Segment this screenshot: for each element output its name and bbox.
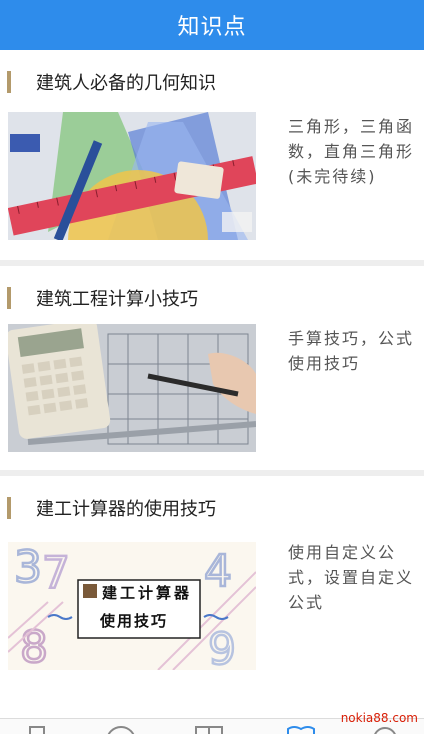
card-title: 建筑人必备的几何知识 bbox=[36, 73, 216, 94]
tab-knowledge-book-icon[interactable] bbox=[286, 723, 316, 734]
image-caption-line2: 使用技巧 bbox=[99, 612, 168, 630]
knowledge-card-calculator-usage[interactable]: 建工计算器的使用技巧 3 7 4 8 9 建工计算器 使用技巧 使用自定义公式，… bbox=[0, 476, 424, 676]
card-title-row: 建工计算器的使用技巧 bbox=[0, 494, 216, 522]
page-title: 知识点 bbox=[177, 15, 247, 40]
title-accent-bar bbox=[7, 71, 11, 93]
card-title-row: 建筑人必备的几何知识 bbox=[0, 68, 216, 96]
calculator-usage-image: 3 7 4 8 9 建工计算器 使用技巧 bbox=[8, 542, 256, 670]
title-accent-bar bbox=[7, 497, 11, 519]
card-title: 建工计算器的使用技巧 bbox=[36, 499, 216, 520]
svg-text:7: 7 bbox=[42, 548, 70, 599]
calculator-blueprint-image bbox=[8, 324, 256, 452]
geometry-tools-image bbox=[8, 112, 256, 240]
title-accent-bar bbox=[7, 287, 11, 309]
knowledge-card-calculation[interactable]: 建筑工程计算小技巧 手算技巧，公式使用技巧 bbox=[0, 266, 424, 470]
tab-calculator-icon[interactable] bbox=[106, 723, 136, 734]
card-description: 使用自定义公式，设置自定义公式 bbox=[288, 543, 415, 612]
tab-home-icon[interactable] bbox=[22, 723, 52, 734]
svg-text:3: 3 bbox=[14, 542, 42, 593]
knowledge-card-geometry[interactable]: 建筑人必备的几何知识 三角形，三角函数，直角三角形(未完待续) bbox=[0, 50, 424, 260]
app-header: 知识点 bbox=[0, 0, 424, 50]
card-title: 建筑工程计算小技巧 bbox=[36, 289, 198, 310]
svg-text:4: 4 bbox=[204, 546, 232, 597]
card-description: 三角形，三角函数，直角三角形(未完待续) bbox=[288, 117, 415, 186]
image-caption-line1: 建工计算器 bbox=[102, 584, 192, 602]
tab-list-icon[interactable] bbox=[194, 723, 224, 734]
watermark-text: nokia88.com bbox=[340, 711, 418, 725]
card-description: 手算技巧，公式使用技巧 bbox=[288, 329, 415, 373]
card-title-row: 建筑工程计算小技巧 bbox=[0, 284, 198, 312]
